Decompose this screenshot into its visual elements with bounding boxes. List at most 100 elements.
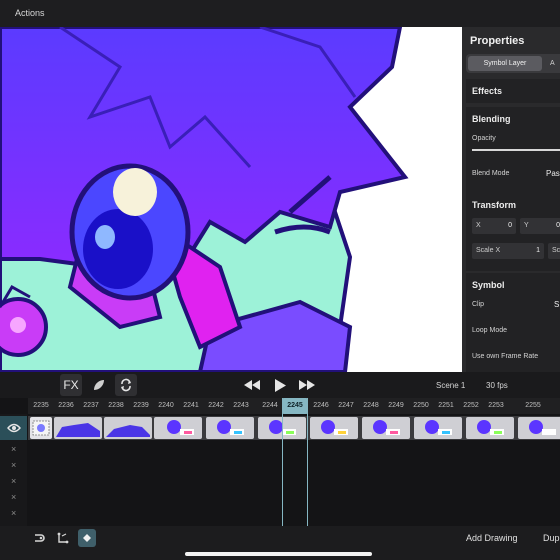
properties-panel: Properties Symbol Layer A Effects Blendi… xyxy=(462,27,560,372)
frame-thumbnail[interactable] xyxy=(518,417,560,439)
actions-menu[interactable]: Actions xyxy=(15,8,45,18)
scale-y-label: Sca xyxy=(552,247,560,254)
add-drawing-button[interactable]: Add Drawing xyxy=(466,533,518,543)
frame-thumbnail[interactable] xyxy=(54,417,102,439)
fast-forward-button[interactable] xyxy=(298,377,316,393)
rewind-icon xyxy=(244,380,260,390)
thumbnail-art xyxy=(529,420,556,435)
properties-tabs: Symbol Layer A xyxy=(466,54,560,73)
character-artwork xyxy=(0,27,409,372)
frame-thumbnail[interactable] xyxy=(154,417,202,439)
frame-number[interactable]: 2235 xyxy=(28,402,54,409)
empty-layer-mark[interactable]: × xyxy=(11,492,16,502)
scene-label[interactable]: Scene 1 xyxy=(436,381,465,390)
fx-button[interactable]: FX xyxy=(60,374,82,396)
frame-number[interactable]: 2253 xyxy=(483,402,509,409)
effects-header: Effects xyxy=(472,86,503,96)
symbol-section: Symbol Clip S Loop Mode Use own Frame Ra… xyxy=(466,273,560,372)
play-button[interactable] xyxy=(272,377,288,393)
path-tool-button[interactable] xyxy=(54,529,72,547)
y-field[interactable]: Y 0 xyxy=(520,218,560,234)
frame-number[interactable]: 2252 xyxy=(458,402,484,409)
frame-number[interactable]: 2250 xyxy=(408,402,434,409)
frame-number[interactable]: 2238 xyxy=(103,402,129,409)
clip-value[interactable]: S xyxy=(554,300,559,309)
layer-controls: × × × × × xyxy=(0,414,27,526)
fx-label: FX xyxy=(63,378,79,392)
fps-label[interactable]: 30 fps xyxy=(486,381,508,390)
rewind-button[interactable] xyxy=(243,377,261,393)
frame-number[interactable]: 2242 xyxy=(203,402,229,409)
tab-symbol-layer[interactable]: Symbol Layer xyxy=(468,56,542,71)
frame-number[interactable]: 2244 xyxy=(257,402,283,409)
thumbnail-art xyxy=(106,425,150,437)
keyframe-icon xyxy=(83,534,91,542)
blend-mode-label: Blend Mode xyxy=(472,170,510,177)
x-label: X xyxy=(476,222,481,229)
playhead[interactable] xyxy=(282,398,308,526)
frame-number[interactable]: 2255 xyxy=(520,402,546,409)
brush-icon xyxy=(94,380,104,390)
empty-layer-mark[interactable]: × xyxy=(11,444,16,454)
own-frame-rate-label[interactable]: Use own Frame Rate xyxy=(472,353,538,360)
frame-number[interactable]: 2247 xyxy=(333,402,359,409)
frame-number[interactable]: 2240 xyxy=(153,402,179,409)
frame-thumbnail[interactable] xyxy=(30,417,52,439)
thumbnail-art xyxy=(477,420,504,435)
play-icon xyxy=(275,378,286,392)
bottom-toolbar: Add Drawing Dup xyxy=(0,526,560,560)
clip-label: Clip xyxy=(472,301,485,308)
frame-number[interactable]: 2249 xyxy=(383,402,409,409)
blend-mode-value[interactable]: Pas xyxy=(546,169,560,178)
frame-thumbnail[interactable] xyxy=(414,417,462,439)
scale-y-field[interactable]: Sca xyxy=(548,243,560,259)
frame-thumbnail[interactable] xyxy=(362,417,410,439)
loop-button[interactable] xyxy=(115,374,137,396)
top-bar: Actions xyxy=(0,0,560,27)
opacity-label: Opacity xyxy=(472,135,496,142)
frame-number[interactable]: 2243 xyxy=(228,402,254,409)
playback-bar: FX Scene 1 30 fps xyxy=(0,372,560,398)
frame-number[interactable]: 2236 xyxy=(53,402,79,409)
frame-number[interactable]: 2237 xyxy=(78,402,104,409)
frame-number[interactable]: 2239 xyxy=(128,402,154,409)
frame-thumbnail[interactable] xyxy=(310,417,358,439)
duplicate-button[interactable]: Dup xyxy=(543,533,560,543)
transform-header: Transform xyxy=(472,200,517,210)
opacity-slider[interactable] xyxy=(472,149,560,151)
frame-number[interactable]: 2248 xyxy=(358,402,384,409)
empty-layer-mark[interactable]: × xyxy=(11,508,16,518)
frame-thumbnail[interactable] xyxy=(206,417,254,439)
bone-tool-button[interactable] xyxy=(30,529,48,547)
eye-icon xyxy=(6,423,21,433)
scale-x-field[interactable]: Scale X 1 xyxy=(472,243,544,259)
scale-x-value: 1 xyxy=(536,247,540,254)
frame-number[interactable]: 2246 xyxy=(308,402,334,409)
y-label: Y xyxy=(524,222,529,229)
thumbnail-art xyxy=(167,420,194,435)
empty-layer-mark[interactable]: × xyxy=(11,476,16,486)
symbol-header: Symbol xyxy=(472,280,505,290)
brush-button[interactable] xyxy=(88,374,110,396)
layer-visibility-toggle[interactable] xyxy=(0,416,27,440)
frame-thumbnail[interactable] xyxy=(466,417,514,439)
loop-mode-label[interactable]: Loop Mode xyxy=(472,327,507,334)
blending-header: Blending xyxy=(472,114,511,124)
thumbnail-art xyxy=(32,420,50,436)
x-value: 0 xyxy=(508,222,512,229)
thumbnail-art xyxy=(425,420,452,435)
empty-layer-mark[interactable]: × xyxy=(11,460,16,470)
frame-thumbnail[interactable] xyxy=(104,417,152,439)
tab-second[interactable]: A xyxy=(550,56,560,71)
thumbnail-art xyxy=(321,420,348,435)
thumbnail-art xyxy=(56,423,100,437)
frame-number[interactable]: 2241 xyxy=(178,402,204,409)
timeline[interactable]: 2235 2236 2237 2238 2239 2240 2241 2242 … xyxy=(0,398,560,526)
drawing-canvas[interactable] xyxy=(0,27,462,372)
x-field[interactable]: X 0 xyxy=(472,218,516,234)
effects-section[interactable]: Effects xyxy=(466,79,560,103)
keyframe-button[interactable] xyxy=(78,529,96,547)
transform-section: Transform X 0 Y 0 Scale X 1 Sca xyxy=(466,193,560,271)
frame-number[interactable]: 2251 xyxy=(433,402,459,409)
thumbnail-art xyxy=(217,420,244,435)
